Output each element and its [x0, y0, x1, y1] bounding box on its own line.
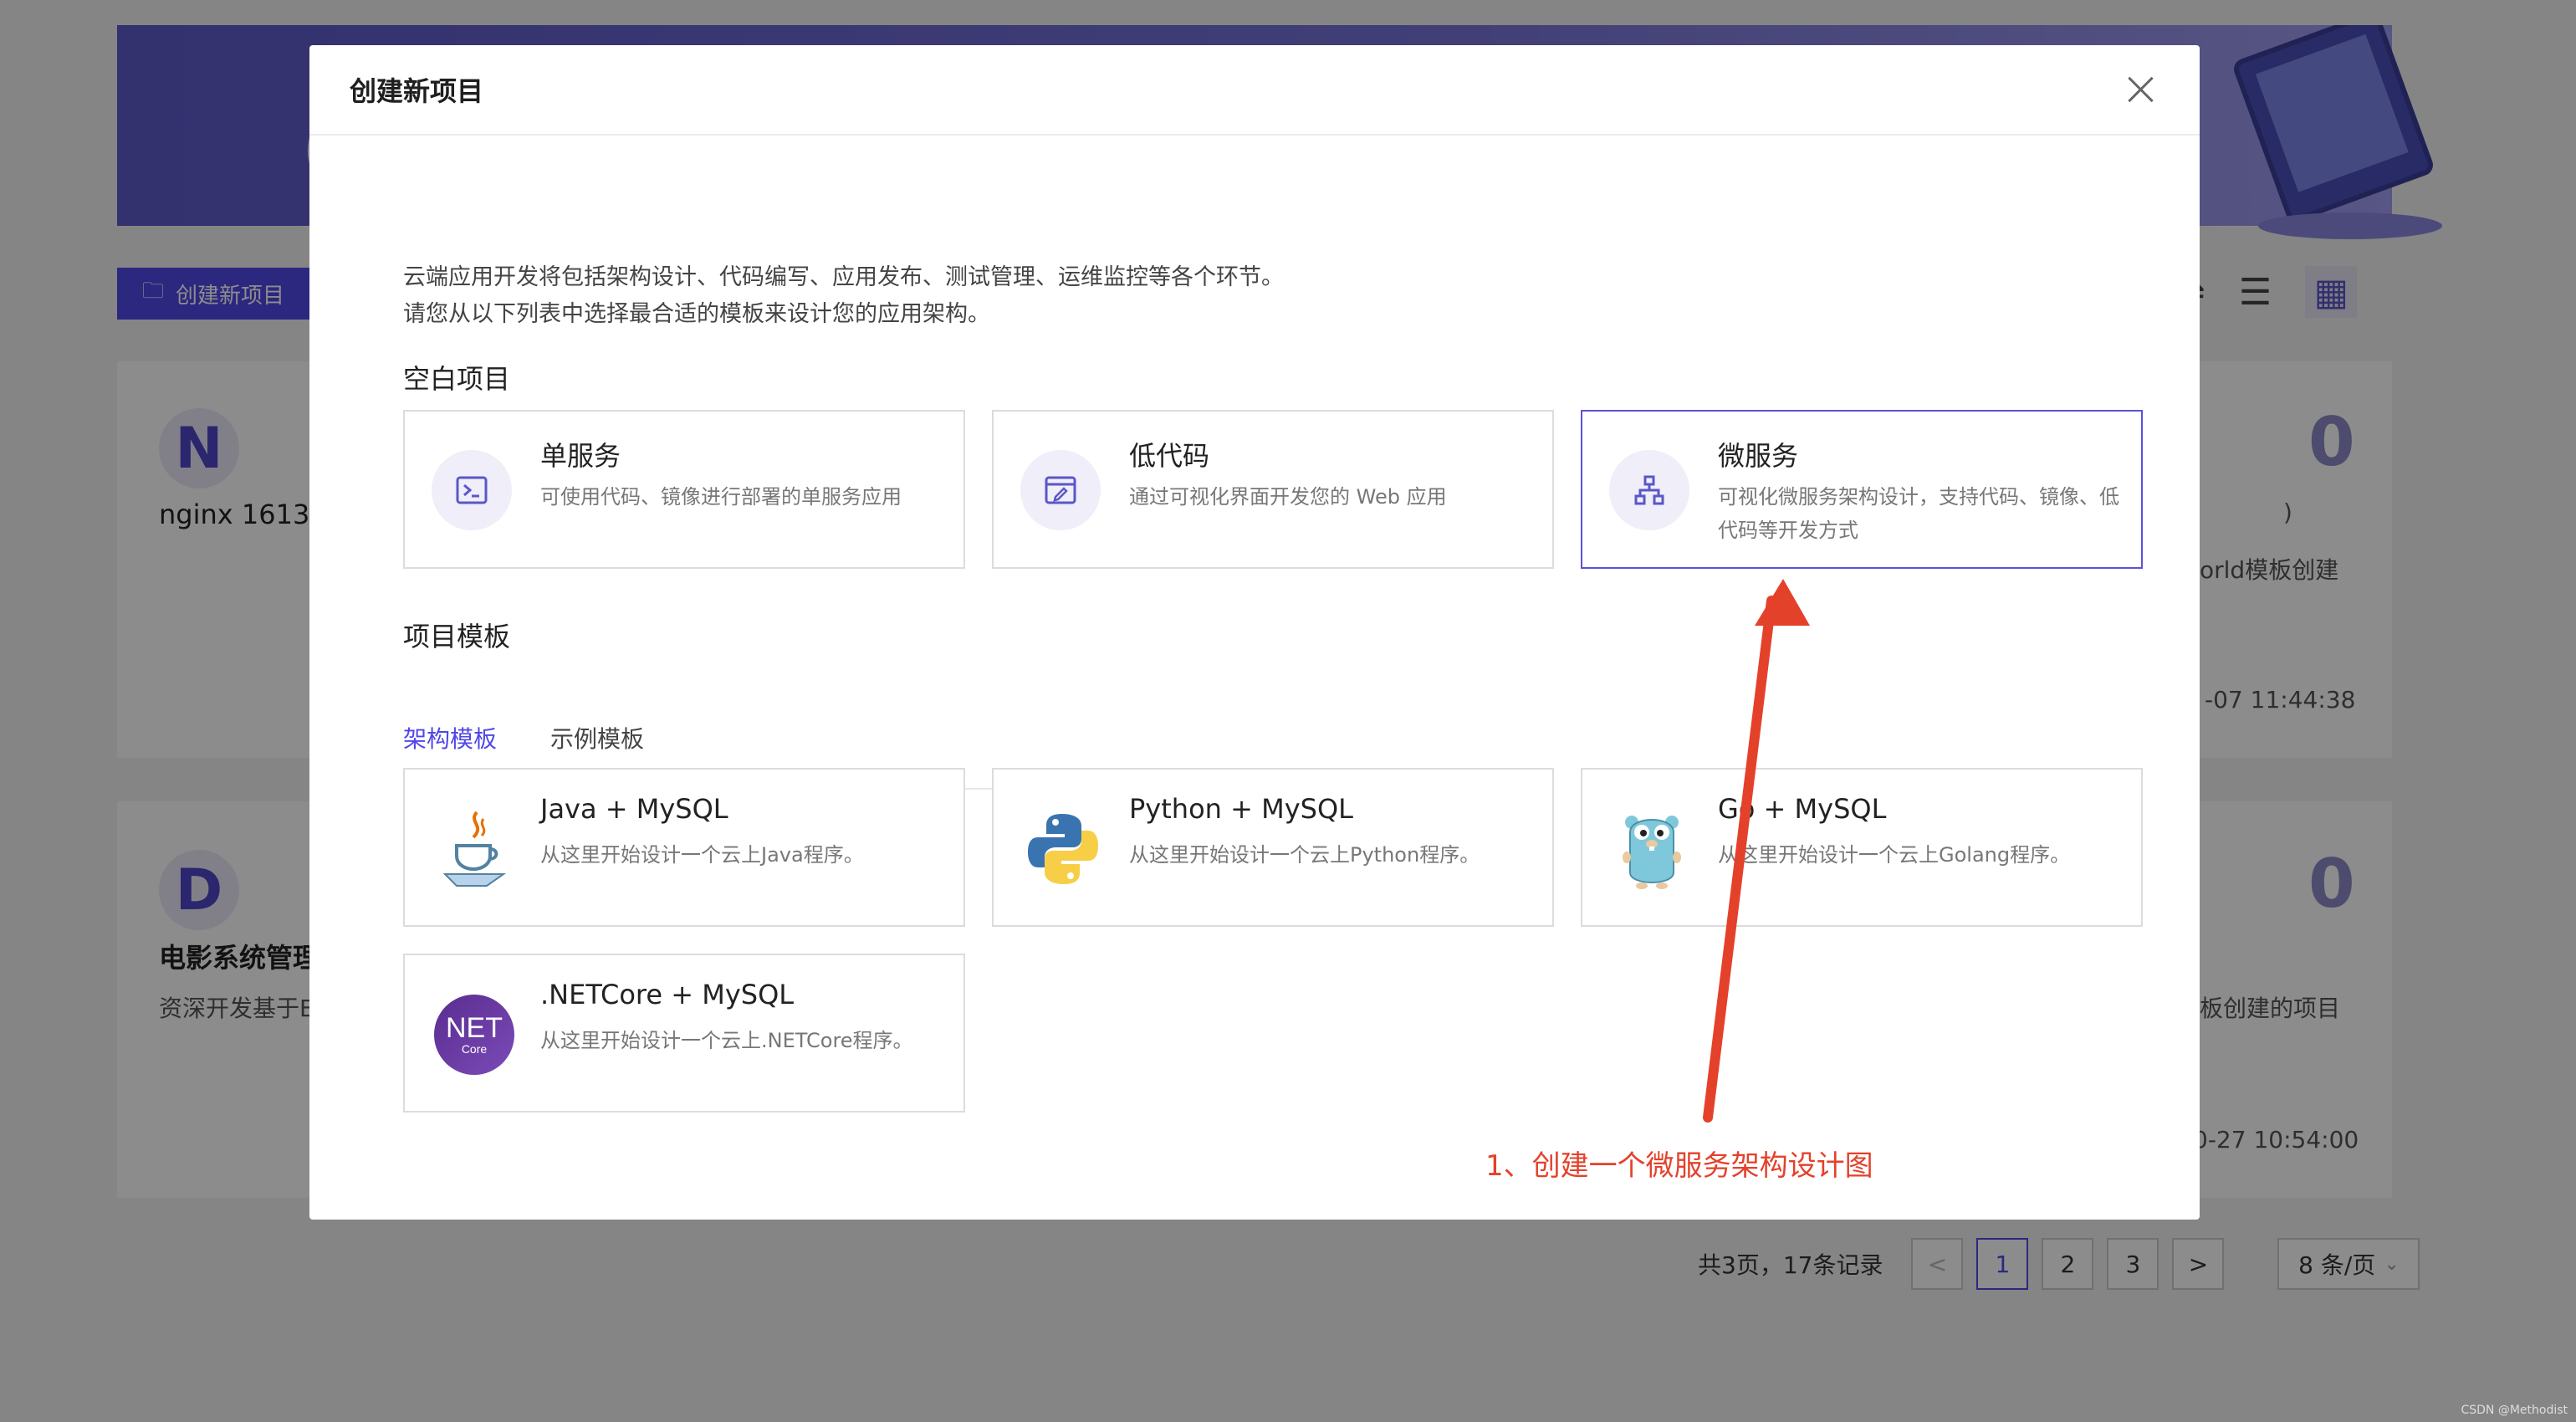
blank-project-heading: 空白项目	[403, 363, 511, 395]
terminal-icon	[432, 450, 512, 530]
dotnet-mysql-card[interactable]: NET Core .NETCore + MySQL 从这里开始设计一个云上.NE…	[403, 954, 965, 1113]
card-desc: 从这里开始设计一个云上Golang程序。	[1718, 843, 2071, 867]
low-code-card[interactable]: 低代码 通过可视化界面开发您的 Web 应用	[992, 410, 1554, 569]
python-icon	[1019, 805, 1107, 893]
dotnet-icon: NET Core	[430, 990, 519, 1079]
microservice-card[interactable]: 微服务 可视化微服务架构设计，支持代码、镜像、低代码等开发方式	[1581, 410, 2143, 569]
card-desc: 可使用代码、镜像进行部署的单服务应用	[540, 485, 902, 509]
dotnet-icon-text: NET	[446, 1012, 503, 1044]
card-desc: 从这里开始设计一个云上Python程序。	[1129, 843, 1480, 867]
go-mysql-card[interactable]: Go + MySQL 从这里开始设计一个云上Golang程序。	[1581, 768, 2143, 927]
dialog-intro: 云端应用开发将包括架构设计、代码编写、应用发布、测试管理、运维监控等各个环节。 …	[403, 259, 1284, 333]
card-title: Python + MySQL	[1129, 793, 1353, 825]
card-desc: 从这里开始设计一个云上.NETCore程序。	[540, 1029, 913, 1052]
card-title: 微服务	[1718, 440, 1799, 472]
intro-line-2: 请您从以下列表中选择最合适的模板来设计您的应用架构。	[403, 301, 990, 327]
single-service-card[interactable]: 单服务 可使用代码、镜像进行部署的单服务应用	[403, 410, 965, 569]
intro-line-1: 云端应用开发将包括架构设计、代码编写、应用发布、测试管理、运维监控等各个环节。	[403, 264, 1284, 290]
watermark: CSDN @Methodist	[2461, 1404, 2568, 1417]
dotnet-icon-subtext: Core	[461, 1042, 488, 1056]
template-heading: 项目模板	[403, 621, 511, 652]
dialog-title: 创建新项目	[350, 75, 484, 107]
python-mysql-card[interactable]: Python + MySQL 从这里开始设计一个云上Python程序。	[992, 768, 1554, 927]
annotation-text: 1、创建一个微服务架构设计图	[1485, 1149, 1873, 1183]
tab-example-templates[interactable]: 示例模板	[550, 721, 644, 775]
card-title: 单服务	[540, 440, 621, 472]
card-desc: 可视化微服务架构设计，支持代码、镜像、低代码等开发方式	[1718, 485, 2119, 542]
browser-edit-icon	[1020, 450, 1101, 530]
gopher-icon	[1607, 805, 1696, 893]
card-desc: 通过可视化界面开发您的 Web 应用	[1129, 485, 1447, 509]
java-mysql-card[interactable]: Java + MySQL 从这里开始设计一个云上Java程序。	[403, 768, 965, 927]
card-title: Java + MySQL	[540, 793, 728, 825]
card-desc: 从这里开始设计一个云上Java程序。	[540, 843, 864, 867]
create-project-dialog: 创建新项目 云端应用开发将包括架构设计、代码编写、应用发布、测试管理、运维监控等…	[309, 45, 2200, 1220]
dialog-header: 创建新项目	[309, 45, 2200, 136]
card-title: Go + MySQL	[1718, 793, 1887, 825]
card-title: .NETCore + MySQL	[540, 979, 795, 1010]
java-icon	[430, 805, 519, 893]
hierarchy-icon	[1609, 450, 1689, 530]
card-title: 低代码	[1129, 440, 1210, 472]
close-icon[interactable]	[2123, 71, 2159, 108]
